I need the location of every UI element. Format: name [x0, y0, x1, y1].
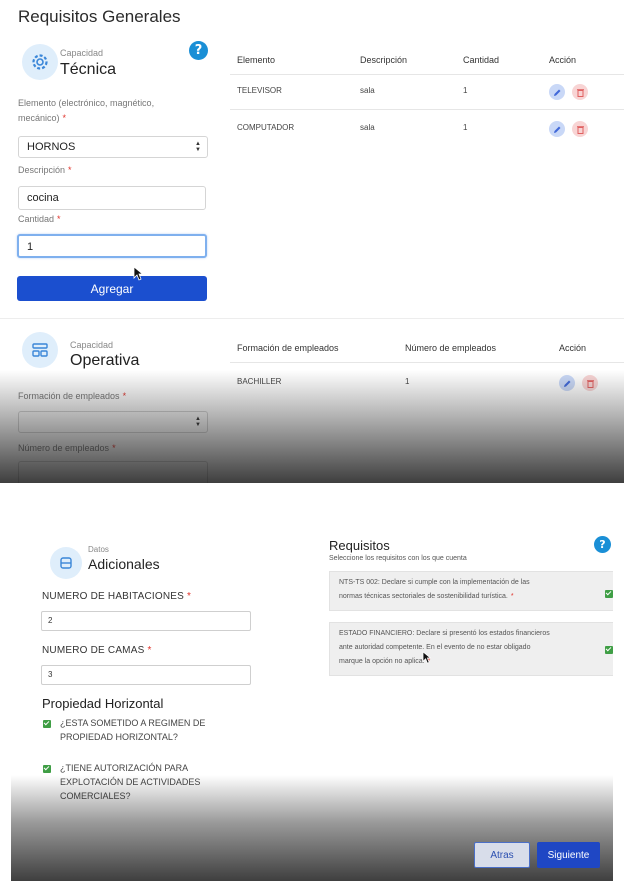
requirement-item: NTS-TS 002: Declare si cumple con la imp…	[329, 571, 613, 611]
quantity-input[interactable]: 1	[17, 234, 207, 258]
help-icon[interactable]: ?	[189, 41, 208, 60]
rooms-input[interactable]: 2	[41, 611, 251, 631]
table-header-accion: Acción	[559, 343, 587, 353]
gear-icon	[22, 44, 58, 80]
element-label: Elemento (electrónico, magnético, mecáni…	[18, 98, 155, 123]
edit-button[interactable]	[549, 121, 565, 137]
section-divider	[0, 318, 624, 319]
help-icon[interactable]: ?	[594, 536, 611, 553]
select-arrows-icon: ▲ ▼	[195, 416, 201, 428]
list-icon	[50, 547, 82, 579]
checkbox-nts[interactable]	[605, 590, 613, 598]
requisitos-subtitle: Seleccione los requisitos con los que cu…	[329, 555, 467, 562]
checkbox-autorizacion-label: ¿TIENE AUTORIZACIÓN PARA EXPLOTACIÓN DE …	[60, 763, 201, 801]
panel-datos-adicionales: Datos Adicionales NUMERO DE HABITACIONES…	[11, 495, 613, 881]
back-button[interactable]: Atras	[474, 842, 530, 868]
requirement-text: NTS-TS 002: Declare si cumple con la imp…	[339, 579, 530, 600]
pencil-icon	[553, 89, 560, 96]
next-button[interactable]: Siguiente	[537, 842, 600, 868]
trash-icon	[576, 88, 584, 97]
page-title: Requisitos Generales	[18, 7, 181, 26]
propiedad-title: Propiedad Horizontal	[42, 696, 164, 711]
quantity-label: Cantidad *	[18, 214, 61, 224]
mouse-cursor-icon	[133, 266, 143, 281]
table-header-accion: Acción	[549, 55, 577, 65]
panel-requisitos-generales: Requisitos Generales Capacidad Técnica ?…	[0, 0, 624, 483]
select-arrows-icon: ▲ ▼	[195, 141, 201, 153]
table-divider	[230, 74, 624, 75]
cell-formacion: BACHILLER	[237, 377, 282, 386]
table-divider	[230, 362, 624, 363]
checkbox-financiero[interactable]	[605, 646, 613, 654]
employees-input[interactable]	[18, 461, 208, 483]
checkbox-autorizacion[interactable]	[43, 765, 51, 773]
requisitos-title: Requisitos	[329, 538, 390, 553]
table-header-elemento: Elemento	[237, 55, 276, 65]
checkbox-regimen-label: ¿ESTA SOMETIDO A REGIMEN DE PROPIEDAD HO…	[60, 718, 206, 742]
checkbox-regimen[interactable]	[43, 720, 51, 728]
cell-cantidad: 1	[463, 123, 468, 132]
mouse-cursor-icon	[422, 651, 431, 664]
requirement-text: ESTADO FINANCIERO: Declare si presentó l…	[339, 630, 550, 665]
edit-button[interactable]	[559, 375, 575, 391]
trash-icon	[586, 379, 594, 388]
delete-button[interactable]	[572, 121, 588, 137]
table-header-descripcion: Descripción	[360, 55, 408, 65]
delete-button[interactable]	[582, 375, 598, 391]
add-button[interactable]: Agregar	[17, 276, 207, 301]
description-label: Descripción *	[18, 165, 72, 175]
cell-descripcion: sala	[360, 123, 375, 132]
edit-button[interactable]	[549, 84, 565, 100]
cell-numero: 1	[405, 377, 410, 386]
beds-input[interactable]: 3	[41, 665, 251, 685]
delete-button[interactable]	[572, 84, 588, 100]
pencil-icon	[563, 380, 570, 387]
beds-label: NUMERO DE CAMAS *	[42, 645, 152, 656]
pencil-icon	[553, 126, 560, 133]
description-input[interactable]: cocina	[18, 186, 206, 210]
capacity-title: Operativa	[70, 352, 140, 369]
training-select[interactable]: ▲ ▼	[18, 411, 208, 433]
element-select[interactable]: HORNOS ▲ ▼	[18, 136, 208, 158]
table-header-numero: Número de empleados	[405, 343, 497, 353]
table-header-formacion: Formación de empleados	[237, 343, 339, 353]
capacity-small-label: Capacidad	[60, 48, 104, 58]
rooms-label: NUMERO DE HABITACIONES *	[42, 591, 192, 602]
cell-cantidad: 1	[463, 86, 468, 95]
capacity-title: Técnica	[60, 61, 117, 78]
table-divider	[230, 109, 624, 110]
cell-elemento: COMPUTADOR	[237, 123, 295, 132]
grid-icon	[22, 332, 58, 368]
datos-title: Adicionales	[88, 556, 160, 572]
cell-elemento: TELEVISOR	[237, 86, 282, 95]
requirement-item: ESTADO FINANCIERO: Declare si presentó l…	[329, 622, 613, 676]
cell-descripcion: sala	[360, 86, 375, 95]
table-header-cantidad: Cantidad	[463, 55, 500, 65]
employees-label: Número de empleados *	[18, 443, 116, 453]
capacity-small-label: Capacidad	[70, 340, 114, 350]
trash-icon	[576, 125, 584, 134]
training-label: Formación de empleados *	[18, 391, 127, 401]
datos-small-label: Datos	[88, 545, 109, 554]
